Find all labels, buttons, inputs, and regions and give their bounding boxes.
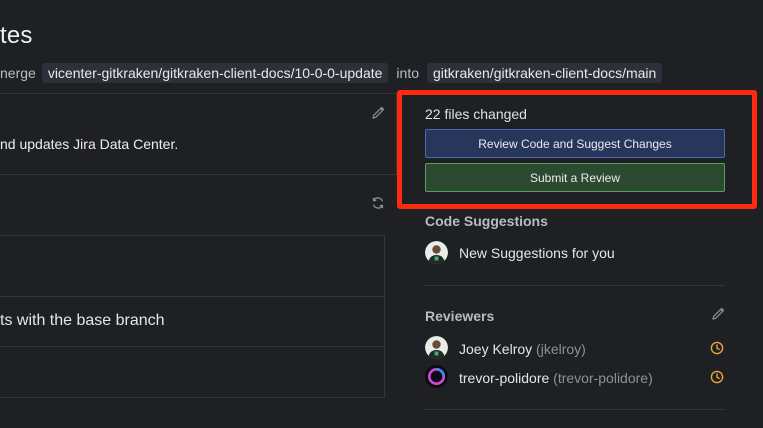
into-text: into — [396, 65, 419, 81]
reviewer-name: trevor-polidore — [459, 370, 550, 386]
edit-reviewers-icon[interactable] — [711, 307, 725, 321]
source-branch[interactable]: vicenter-gitkraken/gitkraken-client-docs… — [41, 63, 389, 83]
section-divider — [425, 285, 725, 286]
submit-review-button[interactable]: Submit a Review — [425, 163, 725, 192]
files-changed-count[interactable]: 22 files changed — [425, 106, 527, 122]
edit-description-icon[interactable] — [371, 106, 385, 120]
code-suggestions-title: Code Suggestions — [425, 213, 548, 229]
checks-panel: ts with the base branch — [0, 235, 385, 398]
suggestion-avatar — [425, 241, 448, 264]
refresh-icon[interactable] — [371, 196, 385, 210]
reviewer-item[interactable]: Joey Kelroy (jkelroy) — [459, 341, 586, 357]
reviewer-handle: (trevor-polidore) — [553, 370, 653, 386]
checks-row-1 — [0, 236, 385, 297]
section-divider — [425, 409, 725, 410]
new-suggestions-link[interactable]: New Suggestions for you — [459, 245, 615, 261]
reviewer-avatar-trevor-polidore — [425, 365, 448, 388]
checks-row-2: ts with the base branch — [0, 297, 385, 347]
reviewer-name: Joey Kelroy — [459, 341, 533, 357]
page-title: tes — [0, 22, 33, 49]
merge-prefix-text: nerge — [0, 65, 36, 81]
reviewer-item[interactable]: trevor-polidore (trevor-polidore) — [459, 370, 653, 386]
review-code-button[interactable]: Review Code and Suggest Changes — [425, 129, 725, 158]
description-text: nd updates Jira Data Center. — [0, 136, 179, 152]
pending-clock-icon — [710, 341, 724, 355]
reviewer-avatar-jkelroy — [425, 336, 448, 359]
reviewers-title: Reviewers — [425, 308, 495, 324]
pending-clock-icon — [710, 370, 724, 384]
description-panel: nd updates Jira Data Center. — [0, 93, 397, 175]
merge-info: nerge vicenter-gitkraken/gitkraken-clien… — [0, 63, 663, 83]
reviewer-handle: (jkelroy) — [536, 341, 586, 357]
merge-conflict-text: ts with the base branch — [0, 312, 165, 329]
target-branch[interactable]: gitkraken/gitkraken-client-docs/main — [427, 63, 663, 83]
